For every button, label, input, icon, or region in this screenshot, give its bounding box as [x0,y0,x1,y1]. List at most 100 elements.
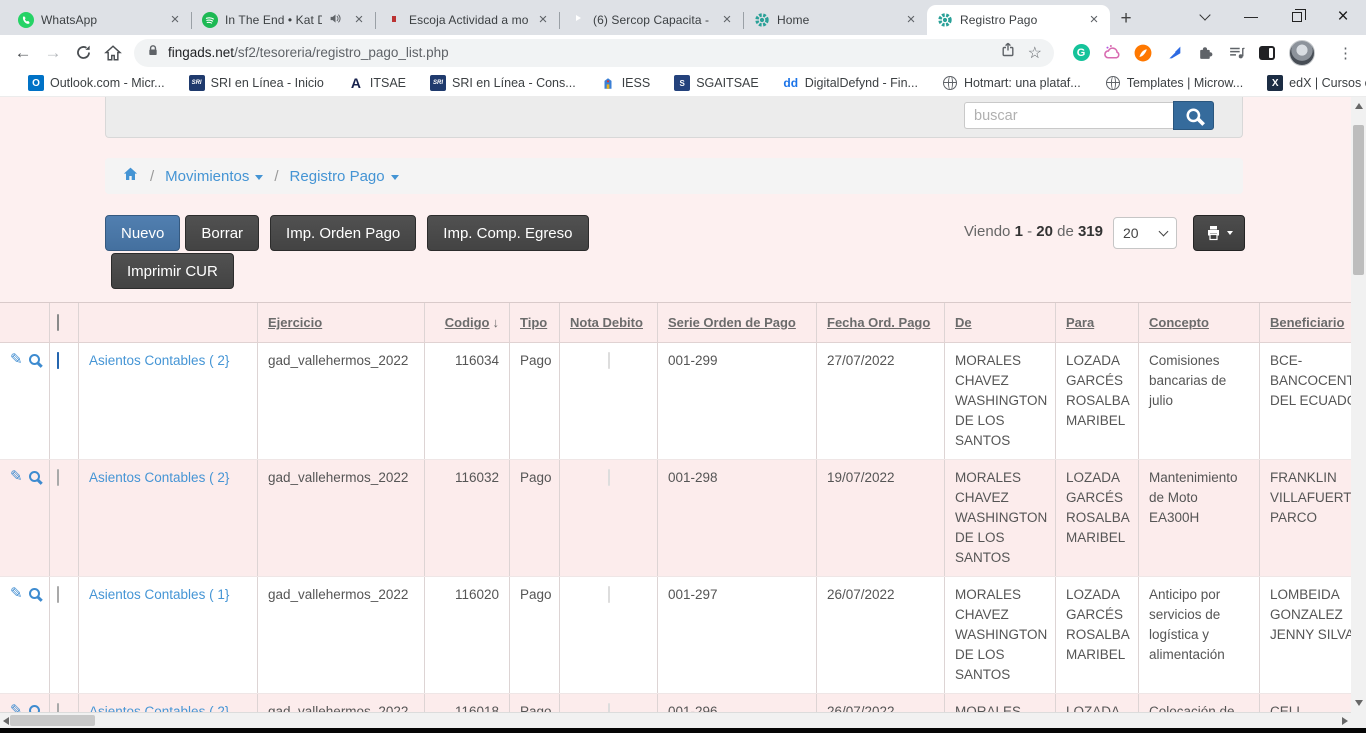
bookmark-edx[interactable]: X edX | Cursos en líne... [1267,75,1366,91]
breadcrumb-movimientos[interactable]: Movimientos [165,168,264,185]
browser-menu-icon[interactable]: ⋮ [1338,44,1353,62]
tab-search-chevron-icon[interactable] [1182,0,1228,33]
bookmark-itsae[interactable]: A ITSAE [348,75,406,91]
scroll-left-icon[interactable] [3,717,9,725]
horizontal-scroll-thumb[interactable] [10,715,95,726]
header-de[interactable]: De [955,315,972,330]
tab-close-icon[interactable]: × [1086,12,1102,28]
audio-playing-icon[interactable] [329,12,342,28]
cloud-extension-icon[interactable] [1103,44,1121,62]
tab-home[interactable]: Home × [744,5,927,35]
bookmark-digitaldefynd[interactable]: dd DigitalDefynd - Fin... [783,75,918,91]
bookmark-iess[interactable]: IESS [600,75,650,91]
header-nota-debito[interactable]: Nota Debito [570,315,643,330]
header-codigo[interactable]: Codigo [445,315,490,330]
tab-close-icon[interactable]: × [903,12,919,28]
bookmark-sgaitsae[interactable]: S SGAITSAE [674,75,759,91]
home-icon[interactable] [98,44,128,62]
edit-icon[interactable]: ✎ [10,469,23,484]
profile-avatar[interactable] [1289,39,1315,66]
borrar-button[interactable]: Borrar [185,215,260,251]
header-serie-orden-pago[interactable]: Serie Orden de Pago [668,315,796,330]
view-icon[interactable] [28,470,41,484]
minimize-button[interactable]: — [1228,0,1274,33]
breadcrumb-registro-pago[interactable]: Registro Pago [290,168,399,185]
scroll-up-icon[interactable] [1354,103,1363,109]
imp-orden-pago-button[interactable]: Imp. Orden Pago [270,215,417,251]
cell-para: LOZADA GARCÉS ROSALBA MARIBEL [1056,343,1139,459]
header-beneficiario[interactable]: Beneficiario [1270,315,1344,330]
bookmark-sri-inicio[interactable]: SRI SRI en Línea - Inicio [188,75,324,91]
extensions-strip: G ⋮ [1072,39,1353,66]
row-checkbox[interactable] [57,352,59,369]
asientos-contables-link[interactable]: Asientos Contables ( 1} [89,587,229,602]
header-ejercicio[interactable]: Ejercicio [268,315,322,330]
row-checkbox[interactable] [57,586,59,603]
search-button[interactable] [1173,101,1214,130]
edit-icon[interactable]: ✎ [10,586,23,601]
restore-window-button[interactable] [1274,0,1320,33]
tab-close-icon[interactable]: × [351,12,367,28]
edit-icon[interactable]: ✎ [10,352,23,367]
tab-close-icon[interactable]: × [719,12,735,28]
close-window-button[interactable]: × [1320,0,1366,33]
bookmark-outlook[interactable]: O Outlook.com - Micr... [28,75,165,91]
records-range-label: Viendo 1 - 20 de 319 [963,223,1103,240]
row-checkbox[interactable] [57,703,59,712]
bookmark-templates[interactable]: Templates | Microw... [1105,75,1243,91]
cell-para: LOZADA GARCÉS ROSALBA MARIBEL [1056,577,1139,693]
bookmark-sri-consultas[interactable]: SRI SRI en Línea - Cons... [430,75,576,91]
row-checkbox[interactable] [57,469,59,486]
home-breadcrumb-icon[interactable] [122,166,139,186]
tab-whatsapp[interactable]: WhatsApp × [8,5,191,35]
forward-icon[interactable]: → [38,43,68,63]
asientos-contables-link[interactable]: Asientos Contables ( 2} [89,353,229,368]
address-bar[interactable]: fingads.net/sf2/tesoreria/registro_pago_… [134,38,1054,67]
view-icon[interactable] [28,704,41,712]
edit-icon[interactable]: ✎ [10,703,23,712]
nota-debito-checkbox [608,586,610,603]
imprimir-cur-button[interactable]: Imprimir CUR [111,253,234,289]
registro-pago-table: Ejercicio Codigo ↓ Tipo Nota Debito Serie… [0,302,1366,712]
tab-escoja-actividad[interactable]: Escoja Actividad a mo × [376,5,559,35]
tab-registro-pago[interactable]: Registro Pago × [927,5,1110,35]
reload-icon[interactable] [68,44,98,61]
select-all-checkbox[interactable] [57,314,59,331]
cell-fecha: 19/07/2022 [817,460,945,576]
header-para[interactable]: Para [1066,315,1094,330]
asientos-contables-link[interactable]: Asientos Contables ( 2} [89,704,229,712]
new-tab-button[interactable]: + [1112,6,1140,34]
grammarly-extension-icon[interactable]: G [1072,44,1090,62]
nuevo-button[interactable]: Nuevo [105,215,181,251]
blue-feather-extension-icon[interactable] [1165,44,1183,62]
header-fecha-ord-pago[interactable]: Fecha Ord. Pago [827,315,930,330]
tab-close-icon[interactable]: × [535,12,551,28]
view-icon[interactable] [28,353,41,367]
imp-comp-egreso-button[interactable]: Imp. Comp. Egreso [427,215,589,251]
vertical-scrollbar[interactable] [1351,97,1366,712]
print-menu-button[interactable] [1193,215,1245,251]
page-size-select[interactable]: 20 [1113,217,1177,249]
tab-spotify[interactable]: In The End • Kat D × [192,5,375,35]
scroll-right-icon[interactable] [1342,717,1348,725]
horizontal-scrollbar[interactable] [0,712,1351,728]
view-icon[interactable] [28,587,41,601]
header-concepto[interactable]: Concepto [1149,315,1209,330]
outlook-icon: O [28,75,44,91]
share-icon[interactable] [1000,42,1016,63]
vertical-scroll-thumb[interactable] [1353,125,1364,275]
orange-extension-icon[interactable] [1134,44,1152,62]
tab-youtube[interactable]: (6) Sercop Capacita - × [560,5,743,35]
tab-close-icon[interactable]: × [167,12,183,28]
cell-de: MORALES CHAVEZ WASHINGTON DE LOS SANTOS [945,577,1056,693]
back-icon[interactable]: ← [8,43,38,63]
bookmark-star-icon[interactable]: ☆ [1028,43,1042,63]
media-queue-extension-icon[interactable] [1227,44,1245,62]
side-panel-icon[interactable] [1258,44,1276,62]
extensions-puzzle-icon[interactable] [1196,44,1214,62]
bookmark-hotmart[interactable]: Hotmart: una plataf... [942,75,1081,91]
scroll-down-icon[interactable] [1354,700,1363,706]
search-input[interactable] [964,102,1173,129]
asientos-contables-link[interactable]: Asientos Contables ( 2} [89,470,229,485]
header-tipo[interactable]: Tipo [520,315,547,330]
